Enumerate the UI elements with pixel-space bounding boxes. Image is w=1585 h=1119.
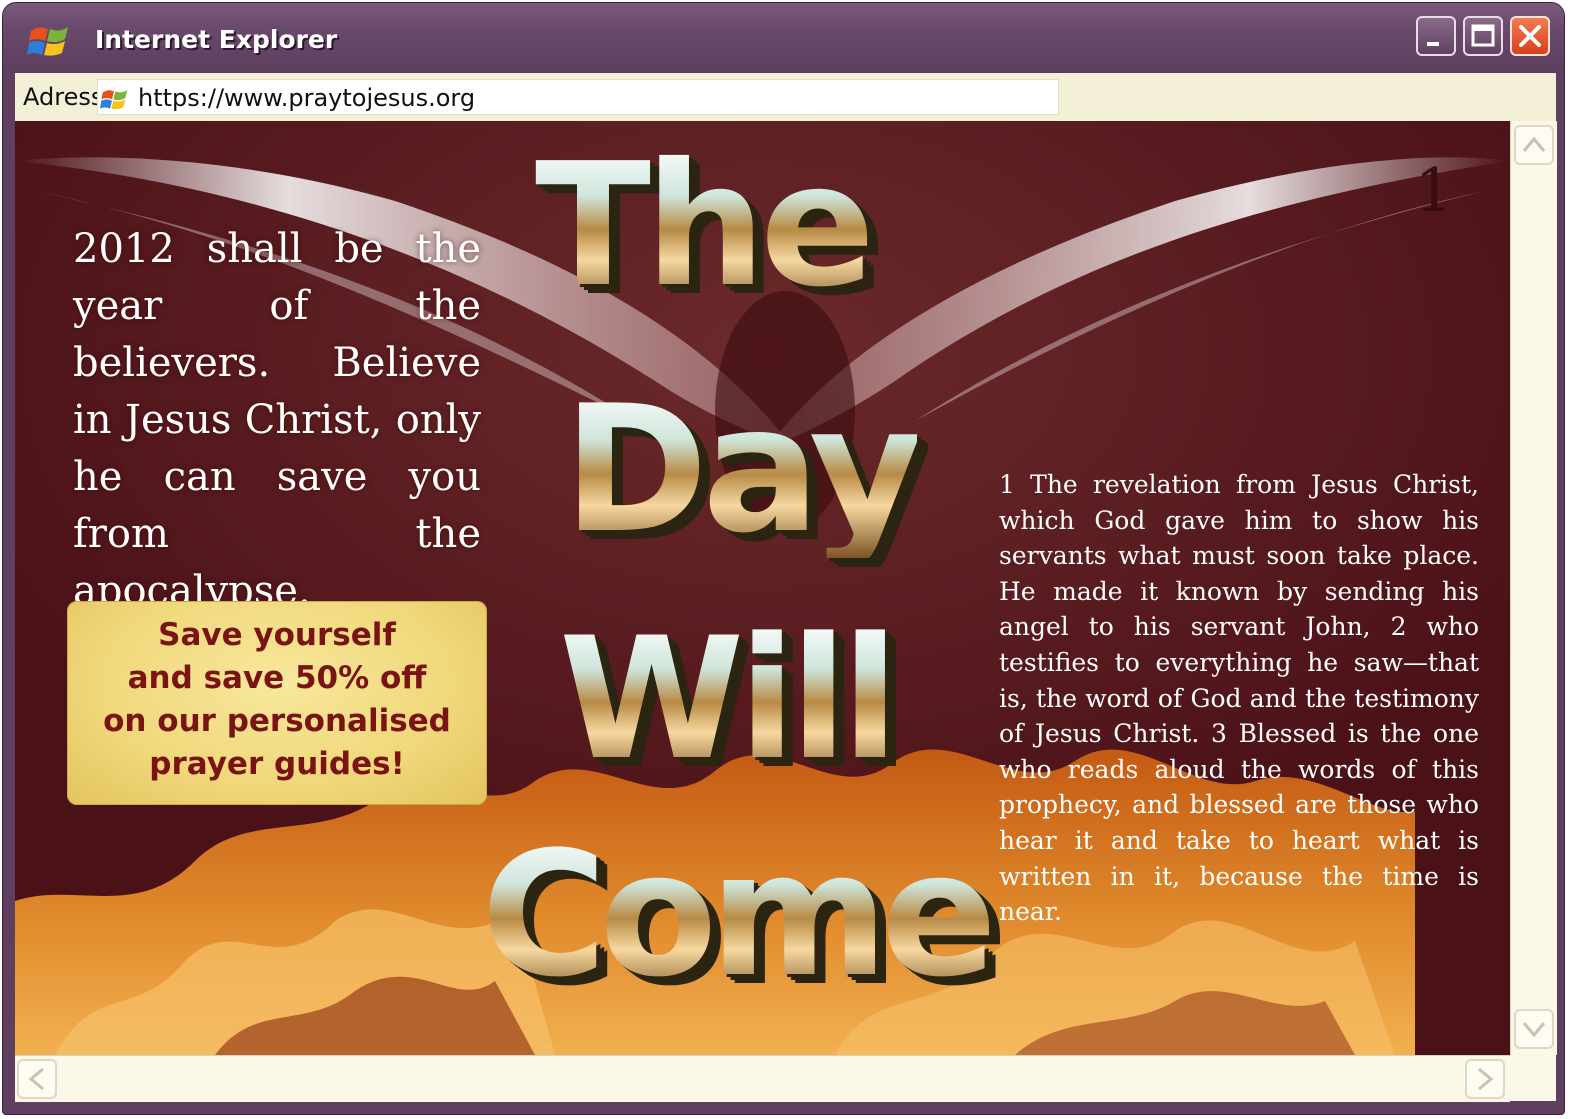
close-button[interactable] bbox=[1510, 16, 1550, 56]
title-bar[interactable]: Internet Explorer bbox=[3, 3, 1564, 73]
minimize-button[interactable] bbox=[1416, 16, 1456, 56]
headline-word: Day bbox=[563, 369, 923, 572]
scrollbar-corner bbox=[1510, 1055, 1556, 1101]
web-page: 1 2012 shall be the year of the believer… bbox=[15, 121, 1510, 1055]
address-input[interactable]: https://www.praytojesus.org bbox=[97, 79, 1059, 115]
headline-word: The bbox=[535, 127, 875, 325]
window-title: Internet Explorer bbox=[95, 25, 338, 54]
chevron-up-icon bbox=[1522, 136, 1546, 152]
promo-line: and save 50% off bbox=[127, 660, 427, 696]
headline-word: Will bbox=[559, 601, 899, 797]
chevron-left-icon bbox=[28, 1067, 44, 1091]
windows-flag-icon bbox=[27, 27, 68, 56]
vertical-scrollbar[interactable] bbox=[1510, 121, 1557, 1055]
scroll-right-button[interactable] bbox=[1465, 1059, 1505, 1099]
chevron-right-icon bbox=[1478, 1067, 1494, 1091]
scripture-paragraph: 1 The revelation from Jesus Christ, whic… bbox=[999, 470, 1479, 927]
horizontal-scrollbar[interactable] bbox=[15, 1055, 1510, 1102]
windows-flag-icon bbox=[100, 90, 128, 110]
headline-word: Come bbox=[481, 814, 997, 1015]
promo-line: Save yourself bbox=[158, 617, 396, 653]
maximize-icon bbox=[1471, 24, 1495, 47]
maximize-button[interactable] bbox=[1463, 16, 1503, 56]
scroll-down-button[interactable] bbox=[1514, 1009, 1554, 1049]
close-icon bbox=[1519, 25, 1541, 47]
minimize-icon bbox=[1427, 42, 1439, 46]
left-paragraph: 2012 shall be the year of the believers.… bbox=[73, 226, 481, 614]
scroll-up-button[interactable] bbox=[1514, 125, 1554, 165]
address-label: Adress bbox=[23, 83, 104, 111]
promo-line: on our personalised bbox=[103, 703, 451, 739]
scroll-left-button[interactable] bbox=[17, 1059, 57, 1099]
promo-banner[interactable]: Save yourself and save 50% off on our pe… bbox=[67, 601, 487, 805]
chevron-down-icon bbox=[1522, 1022, 1546, 1038]
address-url: https://www.praytojesus.org bbox=[138, 84, 476, 112]
verse-number: 1 bbox=[1415, 156, 1454, 226]
promo-line: prayer guides! bbox=[149, 746, 405, 782]
address-bar: Adress https://www.praytojesus.org bbox=[15, 73, 1556, 121]
browser-window: Internet Explorer Adress https://www.pra… bbox=[2, 2, 1565, 1115]
